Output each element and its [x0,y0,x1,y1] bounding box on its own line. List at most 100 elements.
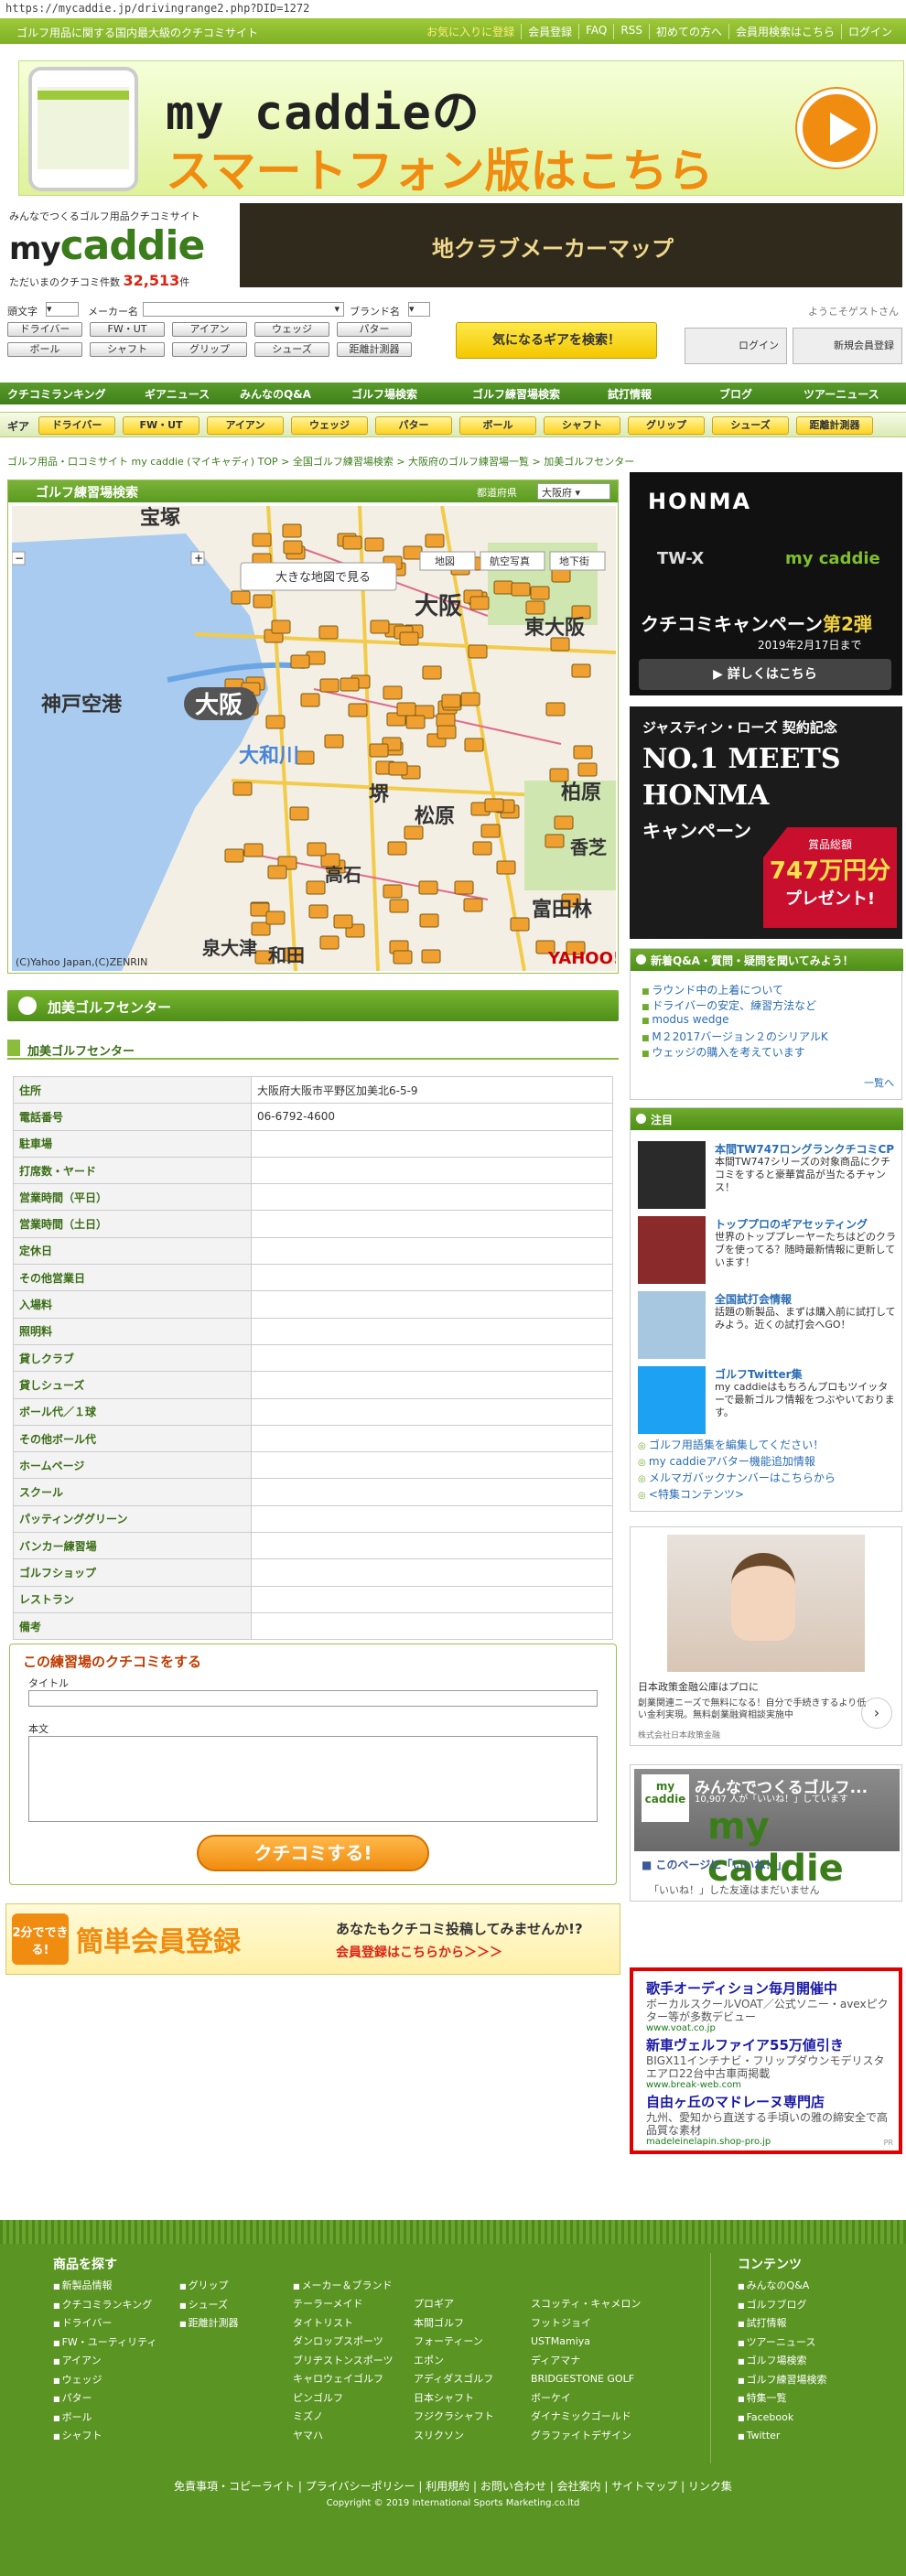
rose-campaign-ad[interactable]: ジャスティン・ローズ 契約記念 NO.1 MEETS HONMA キャンペーン … [630,706,902,939]
maker-map-banner[interactable]: 地クラブメーカーマップ [240,203,902,287]
gear-nav-shoes[interactable]: シューズ [712,416,789,435]
top-link-member-search[interactable]: 会員用検索はこちら [728,24,841,39]
range-pin-icon[interactable] [396,702,416,717]
range-pin-icon[interactable] [319,935,340,950]
top-link-favorite[interactable]: お気に入りに登録 [420,24,521,39]
footer-bottom-link[interactable]: プライバシーポリシー [306,2480,415,2493]
footer-link[interactable]: グリップ [179,2277,239,2296]
range-pin-icon[interactable] [253,594,273,609]
range-pin-icon[interactable] [283,540,303,555]
notice-item[interactable]: 全国試打会情報 話題の新製品、まずは購入前に試打してみよう。近くの試打会へGO！ [638,1291,896,1363]
range-pin-icon[interactable] [511,582,531,597]
gear-nav-fw-ut[interactable]: FW・UT [123,416,200,435]
range-pin-icon[interactable] [252,533,272,547]
footer-link[interactable]: フォーティーン [414,2333,494,2352]
range-pin-icon[interactable] [265,715,286,729]
smartphone-banner[interactable]: my caddieの スマートフォン版はこちら [18,60,904,196]
gear-nav-grip[interactable]: グリップ [628,416,705,435]
range-pin-icon[interactable] [454,880,474,895]
cat-rangefinder[interactable]: 距離計測器 [337,342,412,357]
cat-fw-ut[interactable]: FW・UT [90,322,165,337]
register-banner[interactable]: 2分でできる! 簡単会員登録 あなたもクチコミ投稿してみませんか!? 会員登録は… [5,1903,620,1975]
text-ad[interactable]: 歌手オーディション毎月開催中 ボーカルスクールVOAT／公式ソニー・avexピクタ… [646,1978,891,2033]
footer-link[interactable]: ダンロップスポーツ [293,2333,394,2352]
footer-link[interactable]: グラファイトデザイン [531,2427,641,2446]
cat-shoes[interactable]: シューズ [254,342,329,357]
range-pin-icon[interactable] [265,911,286,925]
footer-link[interactable]: ゴルフ場検索 [738,2352,827,2371]
range-pin-icon[interactable] [464,738,484,752]
qa-item[interactable]: ラウンド中の上着について [642,982,828,997]
range-pin-icon[interactable] [348,703,368,717]
review-submit-button[interactable]: クチコミする! [197,1835,429,1871]
range-pin-icon[interactable] [224,848,244,863]
site-logo[interactable]: みんなでつくるゴルフ用品クチコミサイト mycaddie ただいまのクチコミ件数… [9,209,238,293]
top-link-beginner[interactable]: 初めての方へ [648,24,728,39]
footer-link[interactable]: ボール [53,2409,156,2428]
notice-item[interactable]: ゴルフTwitter集 my caddieはもちろんプロもツイッターで最新ゴルフ情… [638,1366,896,1438]
play-arrow-icon[interactable] [797,89,876,167]
footer-link[interactable]: パター [53,2389,156,2409]
nav-qa[interactable]: みんなのQ&A [240,386,311,402]
range-pin-icon[interactable] [289,806,309,821]
qa-item[interactable]: ウェッジの購入を考えています [642,1044,828,1060]
footer-link[interactable]: 新製品情報 [53,2277,156,2296]
range-pin-icon[interactable] [370,620,390,634]
range-pin-icon[interactable] [318,625,339,640]
register-action[interactable]: 会員登録はこちらから＞＞＞ [336,1943,502,1961]
range-pin-icon[interactable] [472,841,492,856]
gear-nav-rangefinder[interactable]: 距離計測器 [796,416,873,435]
footer-link[interactable]: タイトリスト [293,2314,394,2333]
footer-link[interactable]: 試打情報 [738,2314,827,2333]
range-pin-icon[interactable] [551,568,571,583]
gear-nav-wedge[interactable]: ウェッジ [291,416,368,435]
footer-link[interactable]: Facebook [738,2409,827,2428]
nav-ranking[interactable]: クチコミランキング [7,386,106,402]
breadcrumb[interactable]: ゴルフ用品・口コミサイト my caddie (マイキャディ) TOP > 全国… [7,454,634,469]
top-link-register[interactable]: 会員登録 [521,24,578,39]
range-pin-icon[interactable] [468,644,488,659]
range-pin-icon[interactable] [231,590,251,605]
range-pin-icon[interactable] [383,884,403,899]
range-pin-icon[interactable] [425,534,445,548]
range-pin-icon[interactable] [550,637,570,652]
qa-all-link[interactable]: 一覧へ [864,1075,894,1090]
footer-link[interactable]: FW・ユーティリティ [53,2333,157,2353]
gear-nav-putter[interactable]: パター [375,416,452,435]
range-pin-icon[interactable] [571,663,591,678]
cat-ball[interactable]: ボール [7,342,82,357]
cat-grip[interactable]: グリップ [172,342,247,357]
range-pin-icon[interactable] [441,694,461,708]
range-pin-icon[interactable] [480,824,501,838]
nav-course-search[interactable]: ゴルフ場検索 [351,386,417,402]
range-pin-icon[interactable] [308,904,329,919]
nav-tour-news[interactable]: ツアーニュース [804,386,879,402]
map-type-aerial[interactable]: 航空写真 [490,555,530,567]
footer-link[interactable]: プロギア [414,2295,494,2314]
footer-bottom-link[interactable]: 会社案内 [557,2480,601,2493]
footer-link[interactable]: BRIDGESTONE GOLF [531,2370,641,2389]
notice-link[interactable]: <特集コンテンツ> [638,1487,836,1504]
footer-link[interactable]: みんなのQ&A [738,2277,827,2296]
notice-link[interactable]: my caddieアバター機能追加情報 [638,1454,836,1471]
nav-blog[interactable]: ブログ [719,386,752,402]
footer-bottom-link[interactable]: サイトマップ [611,2480,677,2493]
login-button[interactable]: ログイン [685,328,787,364]
range-pin-icon[interactable] [306,880,326,895]
gear-nav-iron[interactable]: アイアン [207,416,284,435]
range-pin-icon[interactable] [545,702,566,717]
footer-link[interactable]: 距離計測器 [179,2314,239,2333]
range-pin-icon[interactable] [369,743,389,758]
footer-link[interactable]: テーラーメイド [293,2295,394,2314]
range-pin-icon[interactable] [307,842,327,857]
range-pin-icon[interactable] [463,898,483,912]
notice-link[interactable]: ゴルフ用語集を編集してください！ [638,1438,836,1454]
range-pin-icon[interactable] [383,685,403,700]
range-pin-icon[interactable] [319,678,340,693]
map-type-underground[interactable]: 地下街 [559,555,589,567]
nav-trial-info[interactable]: 試打情報 [608,386,652,402]
footer-link[interactable]: フジクラシャフト [414,2408,494,2427]
footer-link[interactable]: エポン [414,2352,494,2371]
range-pin-icon[interactable] [342,535,362,550]
range-map[interactable]: 大阪 東大阪 神戸空港 大阪 大和川 堺 松原 柏原 香芝 高石 富田林 泉大津… [12,506,616,971]
